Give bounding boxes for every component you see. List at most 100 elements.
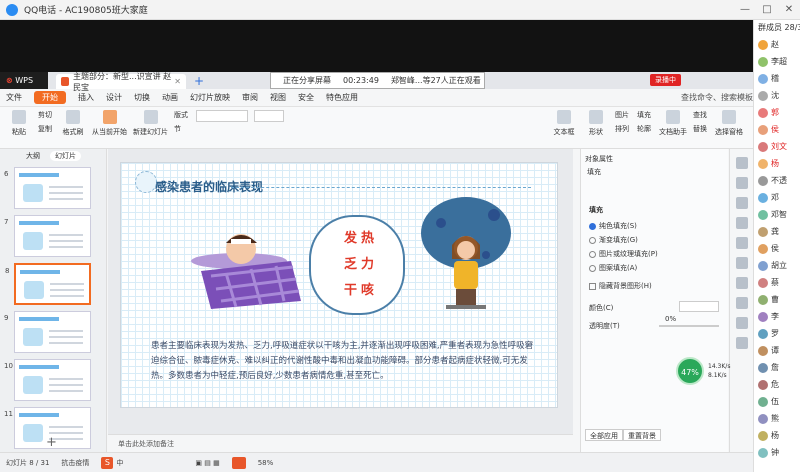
current-slide[interactable]: 感染患者的临床表现 发热 乏力 干咳 患者主要临床表现为发热、乏力,呼吸道症状以… (120, 162, 558, 408)
section-button[interactable]: 节 (174, 124, 188, 134)
play-from-current-button[interactable]: 从当前开始 (92, 110, 127, 137)
new-slide-button[interactable]: 新建幻灯片 (133, 110, 168, 137)
slide-thumbnail[interactable]: 7 (4, 215, 91, 257)
member-item[interactable]: 伍 (754, 393, 800, 410)
member-item[interactable]: 邓 (754, 189, 800, 206)
find-button[interactable]: 查找 (693, 110, 707, 120)
document-tab[interactable]: 主题部分：新型...识宣讲 赵民宝 ✕ (56, 72, 186, 92)
recording-badge[interactable]: 录播中 (650, 74, 681, 86)
layout-button[interactable]: 版式 (174, 110, 188, 120)
member-item[interactable]: 邓智 (754, 206, 800, 223)
member-item[interactable]: 杨 (754, 155, 800, 172)
tab-outline[interactable]: 大纲 (26, 151, 40, 161)
textbox-button[interactable]: 文本框 (551, 110, 577, 137)
apply-all-button[interactable]: 全部应用 (585, 429, 623, 441)
member-item[interactable]: 侯 (754, 121, 800, 138)
member-item[interactable]: 熊 (754, 410, 800, 427)
close-button[interactable]: ✕ (778, 0, 800, 20)
copy-button[interactable]: 复制 (38, 124, 52, 134)
menu-item[interactable]: 动画 (162, 92, 178, 103)
member-item[interactable]: 沈 (754, 87, 800, 104)
member-item[interactable]: 龚 (754, 223, 800, 240)
menu-item[interactable]: 审阅 (242, 92, 258, 103)
maximize-button[interactable]: □ (756, 0, 778, 20)
menu-item[interactable]: 特色应用 (326, 92, 358, 103)
font-size-select[interactable] (254, 110, 284, 122)
tab-fill[interactable]: 填充 (587, 167, 601, 177)
member-item[interactable]: 李 (754, 308, 800, 325)
member-item[interactable]: 稽 (754, 70, 800, 87)
view-mode-buttons[interactable]: ▣ ▤ ▦ (195, 459, 219, 467)
fill-option-radio[interactable]: 图案填充(A) (589, 263, 637, 273)
member-item[interactable]: 钟 (754, 444, 800, 461)
member-item[interactable]: 侯 (754, 240, 800, 257)
add-slide-button[interactable]: + (46, 435, 57, 450)
hide-background-checkbox[interactable]: 隐藏背景图形(H) (589, 281, 652, 291)
format-painter-button[interactable]: 格式刷 (60, 110, 86, 137)
close-tab-icon[interactable]: ✕ (174, 77, 181, 86)
wps-logo[interactable]: ⊗ WPS (0, 72, 48, 89)
menu-item[interactable]: 视图 (270, 92, 286, 103)
fill-option-radio[interactable]: 渐变填充(G) (589, 235, 638, 245)
member-item[interactable]: 杨 (754, 427, 800, 444)
reset-background-button[interactable]: 重置背景 (623, 429, 661, 441)
network-monitor-widget[interactable]: 47% (676, 357, 704, 385)
member-item[interactable]: 刘文 (754, 138, 800, 155)
doc-assistant-button[interactable]: 文档助手 (659, 110, 687, 137)
color-select[interactable] (679, 301, 719, 312)
member-item[interactable]: 赵 (754, 36, 800, 53)
cloud-icon[interactable] (735, 317, 748, 329)
share-icon[interactable] (735, 297, 748, 309)
member-item[interactable]: 郭 (754, 104, 800, 121)
member-item[interactable]: 胡立 (754, 257, 800, 274)
menu-item[interactable]: 设计 (106, 92, 122, 103)
fill-button[interactable]: 填充 (637, 110, 651, 120)
member-item[interactable]: 罗 (754, 325, 800, 342)
member-item[interactable]: 李超 (754, 53, 800, 70)
member-item[interactable]: 不透 (754, 172, 800, 189)
slide-thumbnail[interactable]: 10 (4, 359, 91, 401)
menu-item[interactable]: 安全 (298, 92, 314, 103)
fill-option-radio[interactable]: 纯色填充(S) (589, 221, 637, 231)
select-pane-button[interactable]: 选择窗格 (715, 110, 743, 137)
style-icon[interactable] (735, 177, 748, 189)
slide-thumbnail[interactable]: 9 (4, 311, 91, 353)
menu-item[interactable]: 插入 (78, 92, 94, 103)
cut-button[interactable]: 剪切 (38, 110, 52, 120)
command-search[interactable]: 查找命令、搜索模板 (681, 92, 753, 103)
menu-item[interactable]: 幻灯片放映 (190, 92, 230, 103)
member-item[interactable]: 谭 (754, 342, 800, 359)
menu-item[interactable]: 开始 (34, 91, 66, 104)
zoom-level[interactable]: 58% (258, 459, 274, 467)
transparency-slider[interactable] (659, 325, 719, 327)
member-item[interactable]: 詹 (754, 359, 800, 376)
star-icon[interactable] (735, 257, 748, 269)
animation-icon[interactable] (735, 197, 748, 209)
slide-thumbnail[interactable]: 8 (5, 263, 91, 305)
new-tab-button[interactable]: + (194, 74, 204, 89)
help-icon[interactable] (735, 337, 748, 349)
paste-button[interactable]: 粘贴 (6, 110, 32, 137)
slide-thumbnail[interactable]: 6 (4, 167, 91, 209)
fill-option-radio[interactable]: 图片或纹理填充(P) (589, 249, 658, 259)
member-item[interactable]: 危 (754, 376, 800, 393)
layout-icon[interactable] (735, 237, 748, 249)
properties-icon[interactable] (735, 157, 748, 169)
picture-button[interactable]: 图片 (615, 110, 629, 120)
tab-slides[interactable]: 幻灯片 (50, 151, 81, 161)
outline-button[interactable]: 轮廓 (637, 124, 651, 134)
replace-button[interactable]: 替换 (693, 124, 707, 134)
arrange-button[interactable]: 排列 (615, 124, 629, 134)
settings-icon[interactable] (735, 277, 748, 289)
font-family-select[interactable] (196, 110, 248, 122)
input-method-bar[interactable]: S 中 (101, 456, 123, 469)
menu-item[interactable]: 切换 (134, 92, 150, 103)
slideshow-button[interactable] (231, 456, 246, 469)
shape-style-icon[interactable] (735, 217, 748, 229)
minimize-button[interactable]: — (734, 0, 756, 20)
member-item[interactable]: 蔡 (754, 274, 800, 291)
menu-item[interactable]: 文件 (6, 92, 22, 103)
shape-button[interactable]: 形状 (583, 110, 609, 137)
notes-field[interactable]: 单击此处添加备注 (108, 434, 573, 452)
member-item[interactable]: 曹 (754, 291, 800, 308)
